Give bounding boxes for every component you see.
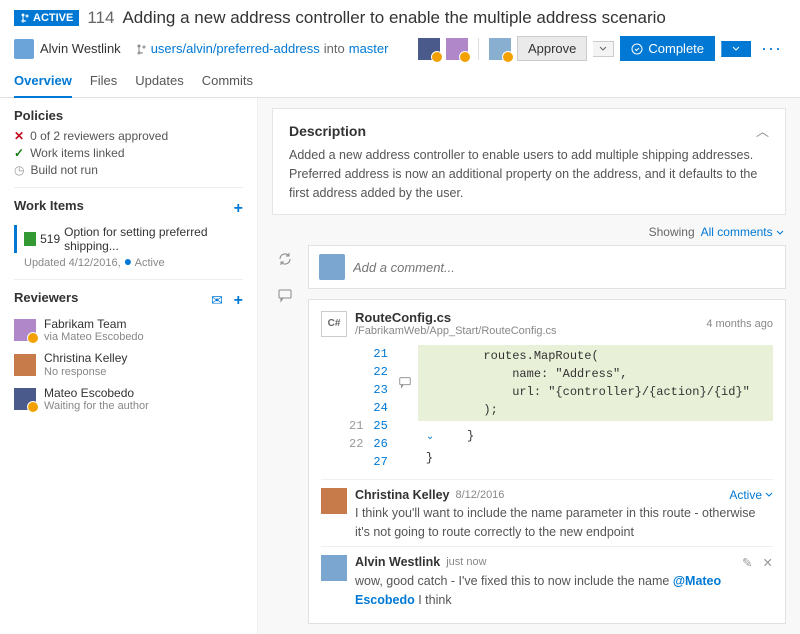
file-path: /FabrikamWeb/App_Start/RouteConfig.cs — [355, 325, 557, 337]
complete-button[interactable]: Complete — [620, 36, 715, 61]
avatar — [14, 354, 36, 376]
policies-title: Policies — [14, 108, 243, 123]
code-diff: 2122 21222324252627 routes.MapRoute( nam… — [349, 345, 773, 471]
comment-status-dropdown[interactable]: Active — [729, 488, 773, 502]
chevron-down-icon — [599, 46, 607, 52]
comment-text: wow, good catch - I've fixed this to now… — [355, 572, 773, 610]
line-comment-icon[interactable] — [398, 345, 418, 471]
description-body: Added a new address controller to enable… — [289, 146, 769, 202]
avatar — [14, 319, 36, 341]
comment-text: I think you'll want to include the name … — [355, 504, 773, 542]
approve-dropdown[interactable] — [593, 41, 614, 57]
reviewer-row[interactable]: Christina KelleyNo response — [14, 351, 243, 377]
comment-author[interactable]: Alvin Westlink — [355, 555, 440, 569]
file-name[interactable]: RouteConfig.cs — [355, 310, 557, 325]
avatar — [321, 555, 347, 581]
old-line-numbers: 2122 — [349, 345, 373, 471]
chevron-down-icon — [732, 46, 740, 52]
new-line-numbers: 21222324252627 — [373, 345, 397, 471]
tab-overview[interactable]: Overview — [14, 67, 72, 98]
comment-time: just now — [446, 556, 486, 568]
chevron-down-icon — [776, 230, 784, 236]
check-icon: ✓ — [14, 146, 24, 160]
state-dot-icon: ● — [124, 253, 132, 269]
tab-updates[interactable]: Updates — [135, 67, 183, 97]
reviewer-avatar[interactable] — [446, 38, 468, 60]
tab-commits[interactable]: Commits — [202, 67, 253, 97]
reviewers-title: Reviewers — [14, 290, 78, 305]
more-menu[interactable]: ··· — [757, 38, 786, 59]
edit-icon[interactable]: ✎ — [742, 555, 752, 570]
avatar — [14, 39, 34, 59]
divider — [478, 38, 479, 60]
author[interactable]: Alvin Westlink — [14, 39, 121, 59]
pr-title: Adding a new address controller to enabl… — [122, 8, 665, 28]
file-age: 4 months ago — [706, 318, 773, 330]
reviewer-avatar[interactable] — [418, 38, 440, 60]
file-type-icon: C# — [321, 311, 347, 337]
description-title: Description — [289, 123, 366, 139]
policy-row: ✕0 of 2 reviewers approved — [14, 129, 243, 143]
reviewer-row[interactable]: Mateo EscobedoWaiting for the author — [14, 386, 243, 412]
collapse-icon[interactable]: ︿ — [756, 121, 769, 140]
reviewer-row[interactable]: Fabrikam Teamvia Mateo Escobedo — [14, 317, 243, 343]
avatar — [319, 254, 345, 280]
complete-icon — [631, 43, 643, 55]
self-avatar[interactable] — [489, 38, 511, 60]
tabs: Overview Files Updates Commits — [0, 67, 800, 98]
add-reviewer-button[interactable]: + — [234, 292, 243, 309]
delete-icon[interactable]: ✕ — [763, 555, 773, 570]
refresh-icon[interactable] — [277, 251, 293, 267]
complete-dropdown[interactable] — [721, 41, 751, 57]
comment-icon[interactable] — [277, 287, 293, 303]
comment-row: Alvin Westlink just now ✎ ✕ wow, good ca… — [321, 546, 773, 614]
comment-filter[interactable]: All comments — [701, 225, 784, 239]
target-branch-link[interactable]: master — [349, 41, 389, 56]
work-item-bar — [14, 225, 17, 253]
expand-icon[interactable]: ⌄ — [426, 432, 434, 443]
x-icon: ✕ — [14, 129, 24, 143]
source-branch-link[interactable]: users/alvin/preferred-address — [151, 41, 320, 56]
description-card: Description ︿ Added a new address contro… — [272, 108, 786, 215]
policy-row: ✓Work items linked — [14, 146, 243, 160]
showing-label: Showing — [649, 225, 695, 239]
avatar — [321, 488, 347, 514]
work-item-type-icon — [24, 232, 36, 246]
pr-id: 114 — [87, 8, 114, 28]
branch-info: users/alvin/preferred-address into maste… — [135, 41, 389, 56]
approve-button[interactable]: Approve — [517, 36, 587, 61]
tab-files[interactable]: Files — [90, 67, 117, 97]
add-work-item-button[interactable]: + — [234, 200, 243, 218]
status-badge: ACTIVE — [14, 10, 79, 26]
comment-author[interactable]: Christina Kelley — [355, 488, 449, 502]
clock-icon: ◷ — [14, 163, 24, 177]
branch-icon — [135, 43, 147, 55]
branch-icon — [20, 13, 30, 23]
policy-row: ◷Build not run — [14, 163, 243, 177]
avatar — [14, 388, 36, 410]
mail-icon[interactable]: ✉ — [211, 292, 223, 308]
comment-time: 8/12/2016 — [455, 489, 504, 501]
work-items-title: Work Items — [14, 198, 84, 213]
chevron-down-icon — [765, 492, 773, 498]
file-thread-card: C# RouteConfig.cs /FabrikamWeb/App_Start… — [308, 299, 786, 624]
add-comment-box[interactable] — [308, 245, 786, 289]
work-item-row[interactable]: 519 Option for setting preferred shippin… — [14, 225, 243, 269]
comment-row: Christina Kelley 8/12/2016 Active I thin… — [321, 479, 773, 546]
comment-input[interactable] — [353, 260, 775, 275]
